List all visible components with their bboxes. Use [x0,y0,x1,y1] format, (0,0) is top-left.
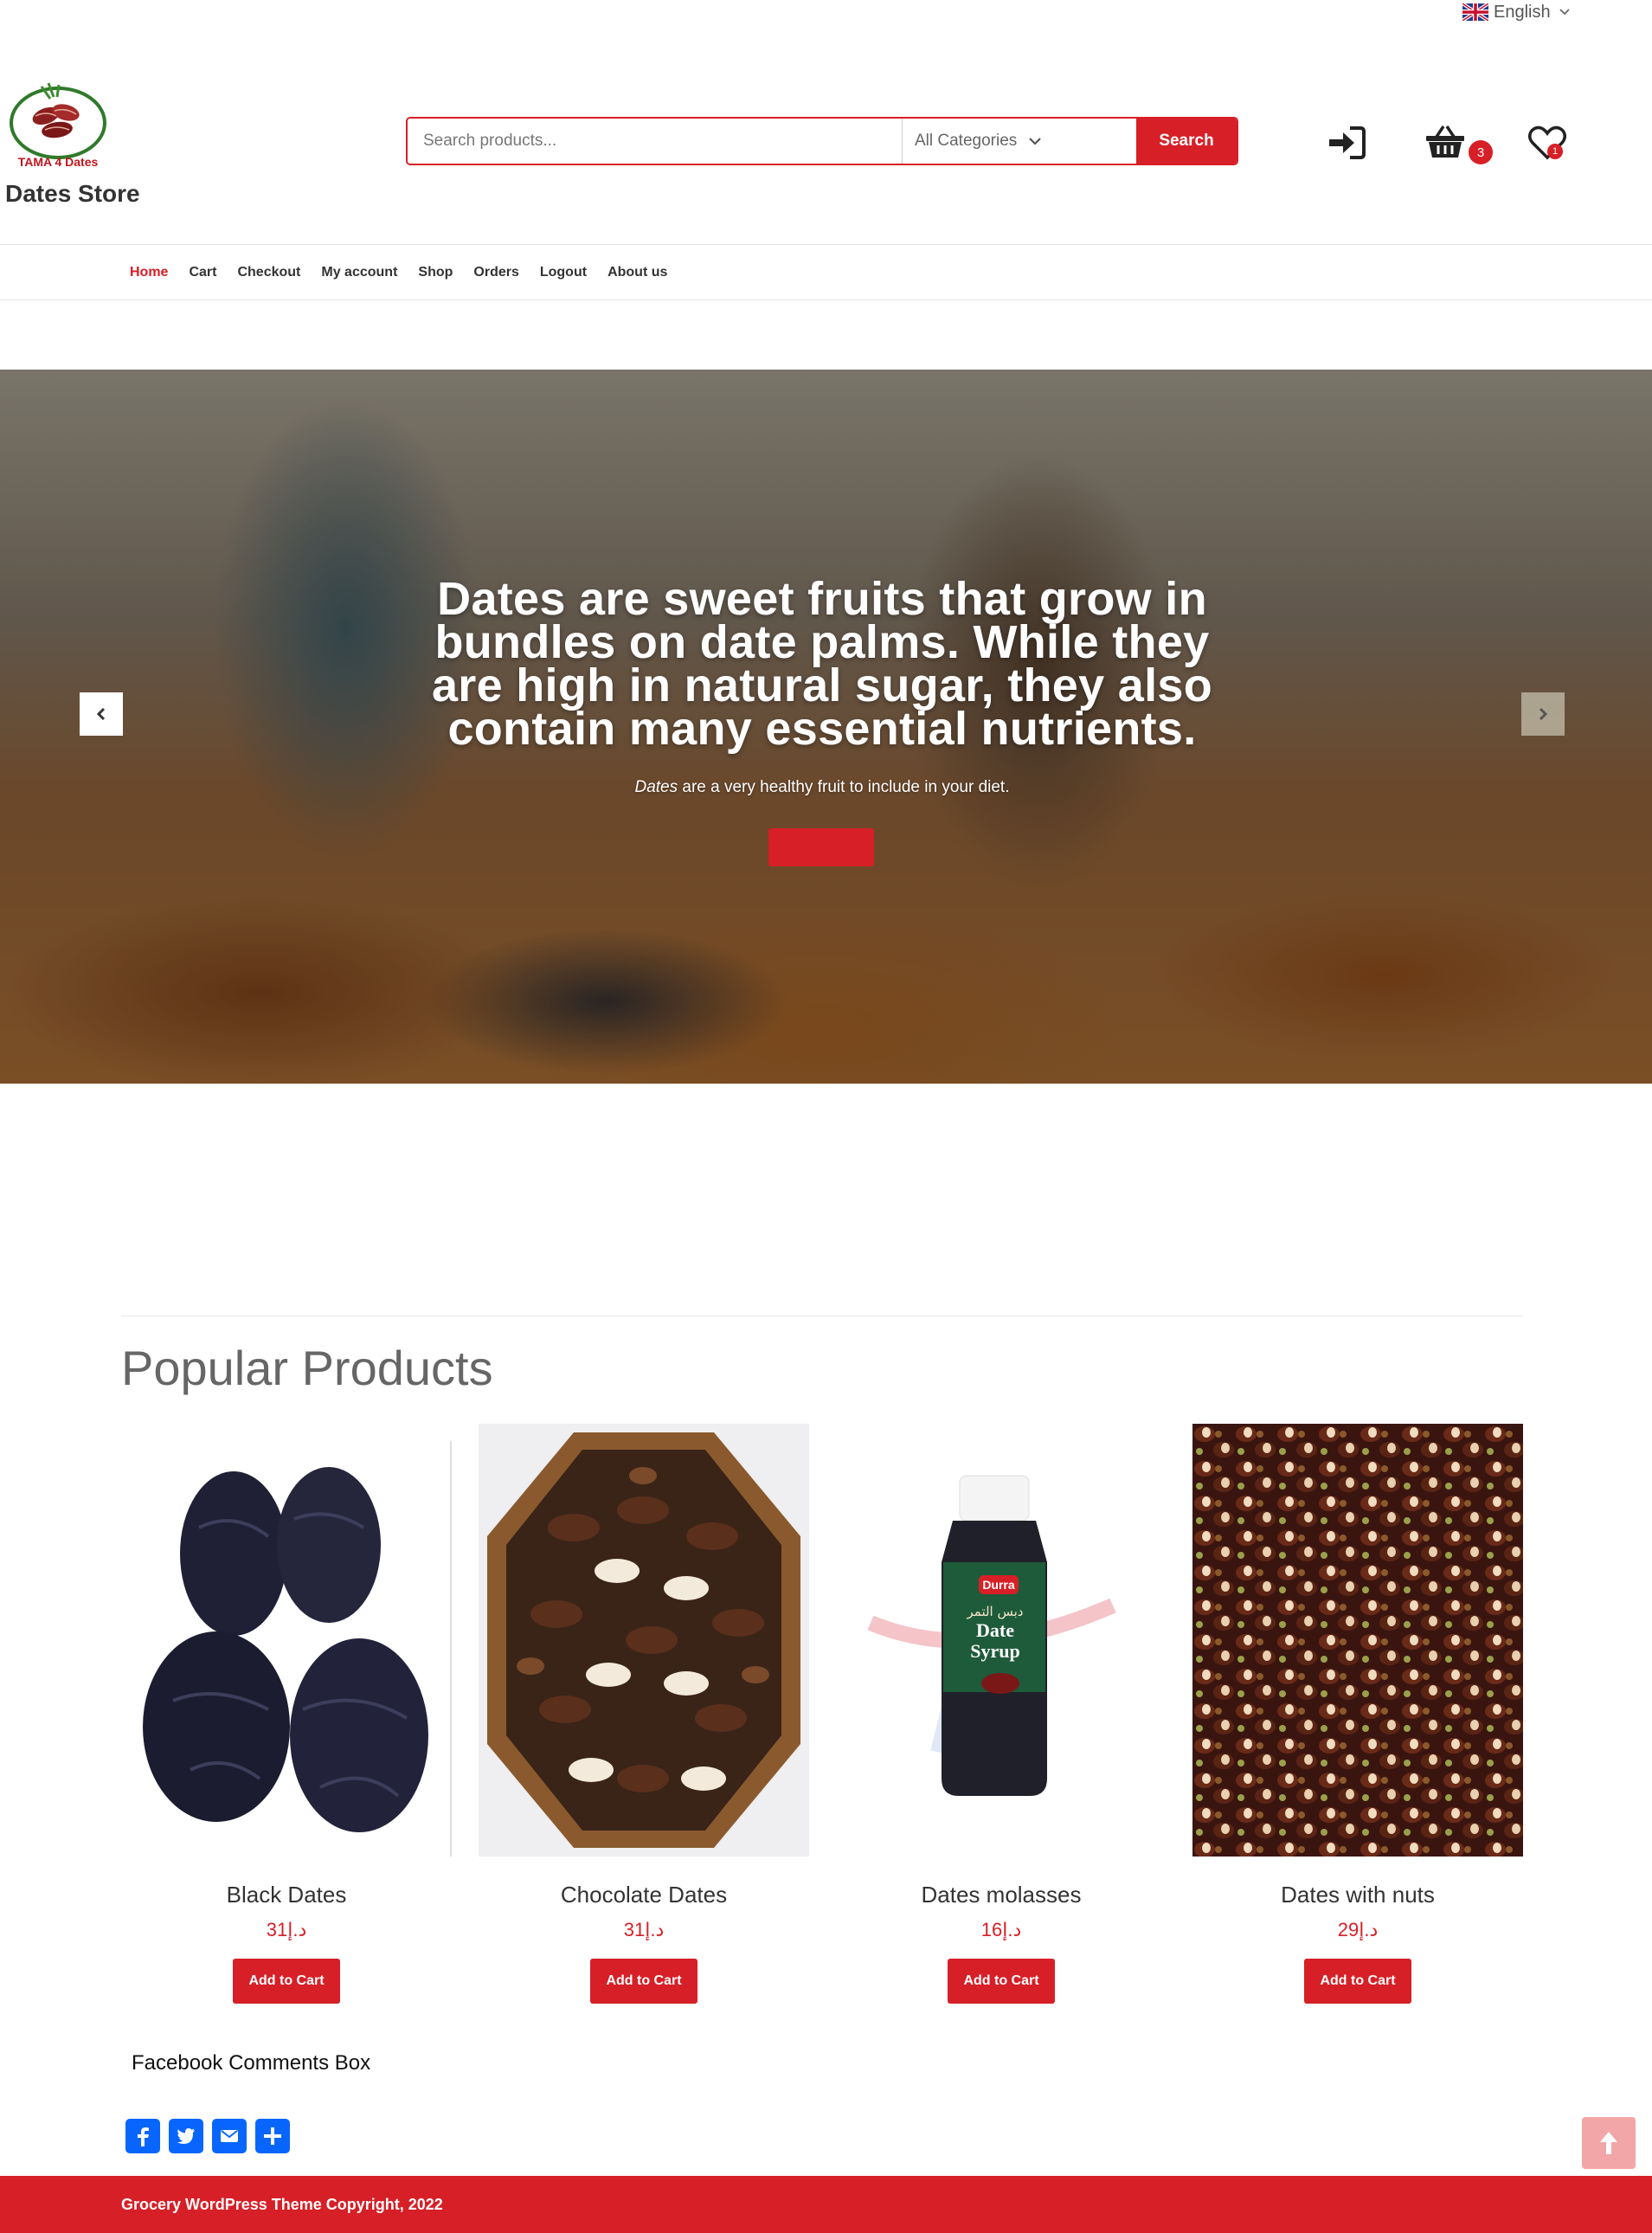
product-card: Durra دبس التمر Date Syrup Dates molasse… [836,1424,1167,2004]
arrow-up-icon [1600,2132,1617,2154]
slider-prev-button[interactable] [80,692,123,736]
nav-item-home[interactable]: Home [130,265,168,280]
product-card: Black Dates 31د.إ Add to Cart [121,1424,452,2004]
slider-next-button[interactable] [1521,692,1565,736]
search-bar: All Categories Search [406,117,1238,165]
add-to-cart-button[interactable]: Add to Cart [1304,1959,1411,2004]
popular-products-title: Popular Products [121,1341,493,1395]
syrup-line2: Syrup [970,1640,1019,1662]
nav-item-orders[interactable]: Orders [473,265,518,280]
add-to-cart-button[interactable]: Add to Cart [948,1959,1055,2004]
product-card: Chocolate Dates 31د.إ Add to Cart [479,1424,809,2004]
footer-copyright: Grocery WordPress Theme Copyright, 2022 [121,2195,443,2213]
product-image-black-dates[interactable] [121,1424,452,1857]
chevron-left-icon [96,707,106,721]
facebook-share-button[interactable] [125,2119,160,2153]
hero-headline: Dates are sweet fruits that grow in bund… [431,573,1213,755]
add-to-cart-button[interactable]: Add to Cart [233,1959,340,2004]
product-image-chocolate-dates[interactable] [479,1424,809,1857]
nav-item-cart[interactable]: Cart [189,265,216,280]
twitter-share-button[interactable] [169,2119,203,2153]
main-nav: Home Cart Checkout My account Shop Order… [0,244,1652,300]
store-logo[interactable]: TAMA 4 Dates [7,71,109,173]
facebook-comments-title: Facebook Comments Box [132,2051,371,2075]
share-buttons [125,2119,290,2153]
more-share-button[interactable] [255,2119,290,2153]
product-price: 31د.إ [266,1919,307,1940]
product-image-dates-molasses[interactable]: Durra دبس التمر Date Syrup [836,1424,1167,1857]
facebook-icon [138,2127,149,2146]
login-icon[interactable] [1326,121,1369,164]
nav-item-shop[interactable]: Shop [418,265,453,280]
product-card: Dates with nuts 29د.إ Add to Cart [1192,1424,1523,2004]
product-price: 31د.إ [623,1919,665,1940]
product-price: 16د.إ [980,1919,1022,1940]
footer: Grocery WordPress Theme Copyright, 2022 [0,2176,1652,2233]
nav-item-checkout[interactable]: Checkout [237,265,300,280]
twitter-icon [177,2128,195,2144]
hero-subtext-emphasis: Dates [634,778,678,796]
category-label: All Categories [915,132,1018,150]
brand-name[interactable]: Dates Store [5,180,140,208]
wishlist-heart-icon[interactable] [1526,121,1569,164]
hero-subtext: Dates are a very healthy fruit to includ… [415,778,1229,797]
search-button[interactable]: Search [1136,119,1237,164]
nav-item-about-us[interactable]: About us [607,265,667,280]
cart-count-badge: 3 [1469,140,1493,164]
product-name[interactable]: Dates with nuts [1192,1882,1523,1908]
plus-icon [264,2127,281,2145]
email-icon [221,2130,238,2142]
syrup-brand: Durra [982,1578,1015,1592]
product-name[interactable]: Chocolate Dates [479,1882,809,1908]
nav-item-logout[interactable]: Logout [540,265,587,280]
cart-basket-icon[interactable] [1424,121,1467,164]
logo-text: TAMA 4 Dates [18,155,99,169]
language-selector[interactable]: English [1462,0,1573,24]
chevron-right-icon [1539,707,1548,721]
product-name[interactable]: Black Dates [121,1882,452,1908]
category-select[interactable]: All Categories [903,119,1136,164]
chevron-down-icon [1559,9,1570,16]
language-label: English [1494,2,1551,22]
hero-subtext-rest: are a very healthy fruit to include in y… [678,778,1010,796]
product-price: 29د.إ [1337,1919,1379,1940]
email-share-button[interactable] [212,2119,247,2153]
uk-flag-icon [1462,3,1488,21]
add-to-cart-button[interactable]: Add to Cart [590,1959,697,2004]
nav-item-my-account[interactable]: My account [321,265,397,280]
hero-cta-button[interactable] [768,828,874,866]
syrup-line1: Date [976,1619,1014,1641]
back-to-top-button[interactable] [1582,2117,1636,2169]
hero-slider: Dates are sweet fruits that grow in bund… [0,370,1652,1084]
search-input[interactable] [408,119,903,164]
product-image-dates-with-nuts[interactable] [1192,1424,1523,1857]
wishlist-count-badge: 1 [1547,144,1563,159]
syrup-arabic: دبس التمر [967,1604,1024,1619]
chevron-down-icon [1029,138,1042,145]
product-name[interactable]: Dates molasses [836,1882,1167,1908]
